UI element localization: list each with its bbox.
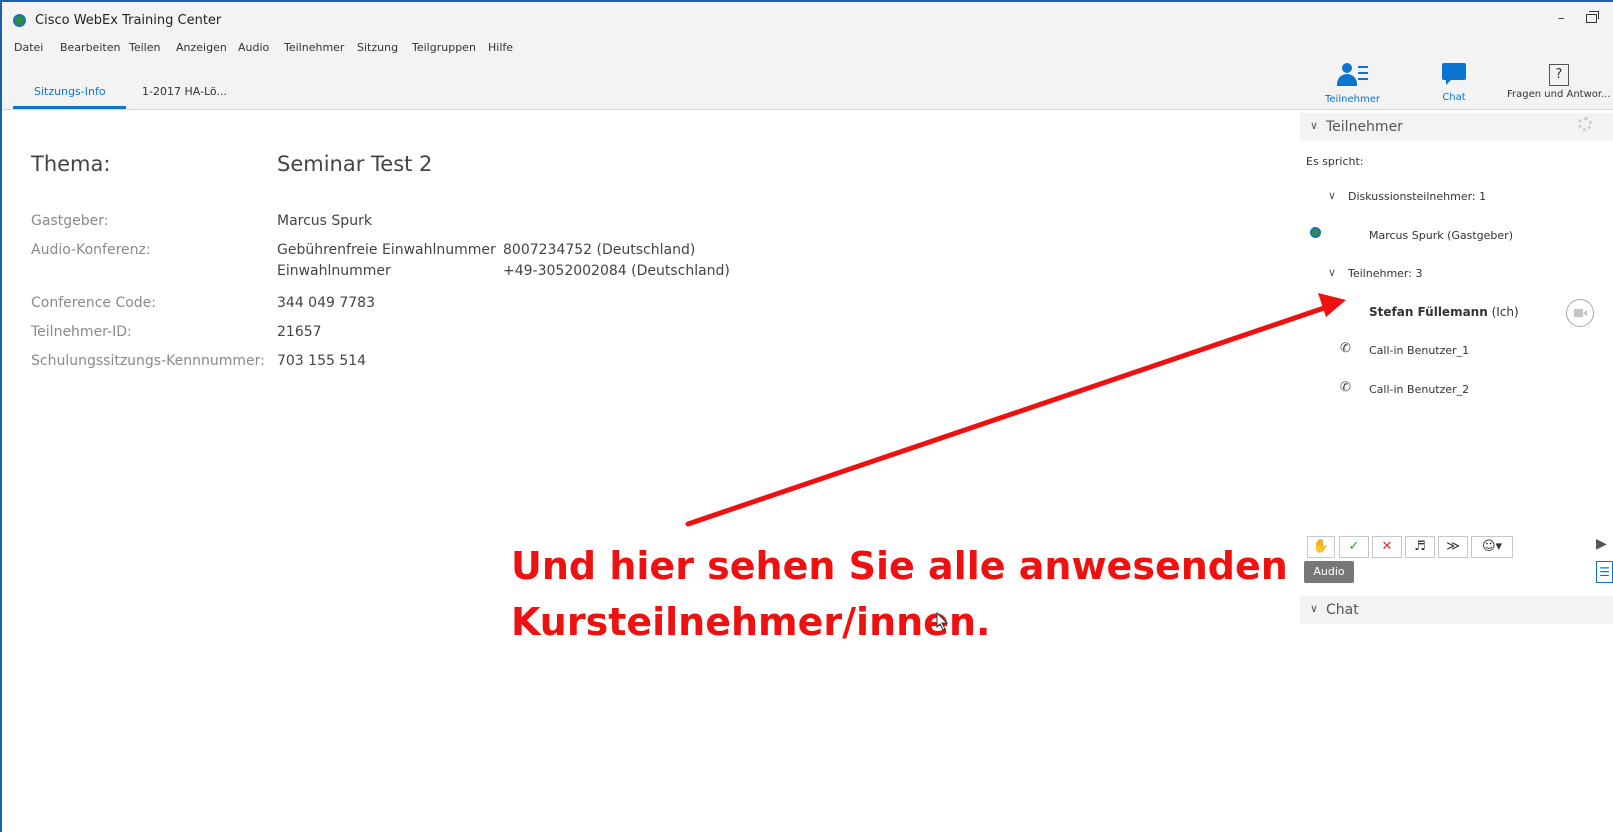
mouse-cursor-icon (936, 612, 949, 631)
annotation-text: Und hier sehen Sie alle anwesenden Kurst… (511, 538, 1288, 650)
annotation-line-1: Und hier sehen Sie alle anwesenden (511, 544, 1288, 588)
annotation-arrow (685, 293, 1346, 527)
annotation-line-2: Kursteilnehmer/innen. (511, 600, 991, 644)
